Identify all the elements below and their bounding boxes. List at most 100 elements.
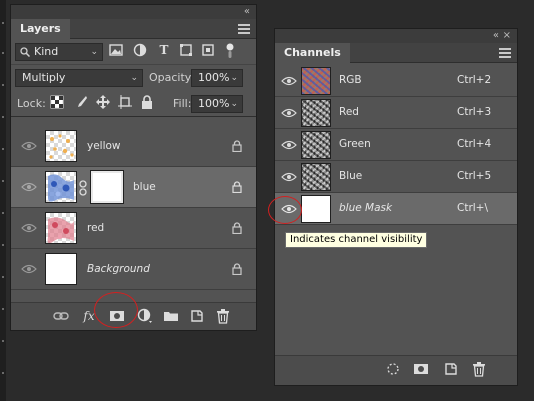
chevron-down-icon: ⌄: [230, 73, 238, 83]
channels-panel: « × Channels RGB Ctrl+2 Red Ctrl+3 Green…: [274, 28, 518, 386]
channel-thumbnail: [301, 163, 331, 191]
annotation-circle-eye: [268, 196, 302, 224]
save-selection-icon[interactable]: [413, 361, 429, 377]
channel-row-blue-mask[interactable]: blue Mask Ctrl+\: [275, 193, 517, 225]
filter-kind-value: Kind: [34, 45, 59, 58]
channel-shortcut: Ctrl+3: [457, 106, 492, 118]
channel-thumbnail: [301, 195, 331, 223]
layer-thumbnail: [45, 253, 77, 285]
delete-layer-icon[interactable]: [215, 308, 231, 324]
channel-shortcut: Ctrl+5: [457, 170, 492, 182]
layer-row-blue[interactable]: blue: [11, 167, 256, 208]
lock-row: Lock: Fill: 100% ⌄: [11, 91, 256, 117]
channel-row-blue[interactable]: Blue Ctrl+5: [275, 161, 517, 193]
layer-row-background[interactable]: Background: [11, 249, 256, 290]
close-panel-button[interactable]: ×: [503, 29, 511, 43]
image-filter-icon[interactable]: [109, 43, 123, 57]
lock-all-icon[interactable]: [139, 95, 155, 111]
lock-icon: [232, 263, 242, 275]
group-folder-icon[interactable]: [163, 308, 179, 324]
eye-icon[interactable]: [281, 108, 297, 118]
channels-footer: [275, 355, 517, 385]
channel-thumbnail: [301, 131, 331, 159]
layer-row-yellow[interactable]: yellow: [11, 126, 256, 167]
channel-name: Blue: [339, 170, 363, 182]
eye-icon[interactable]: [21, 223, 37, 233]
eye-icon[interactable]: [281, 140, 297, 150]
adjustment-filter-icon[interactable]: [133, 43, 147, 57]
mask-link-icon[interactable]: [79, 180, 87, 196]
blend-mode-select[interactable]: Multiply ⌄: [15, 69, 143, 87]
panel-drag-bar[interactable]: « ×: [275, 29, 517, 43]
adjustment-layer-icon[interactable]: [137, 308, 153, 324]
panel-drag-bar[interactable]: «: [11, 5, 256, 19]
opacity-field[interactable]: 100% ⌄: [191, 69, 243, 87]
eye-icon[interactable]: [21, 264, 37, 274]
lock-transparent-pixels-icon[interactable]: [49, 95, 65, 111]
tooltip: Indicates channel visibility: [285, 232, 428, 248]
layer-name: red: [87, 222, 105, 234]
opacity-label: Opacity:: [149, 71, 195, 84]
new-channel-icon[interactable]: [443, 361, 459, 377]
fill-label: Fill:: [173, 97, 192, 110]
chevron-down-icon: ⌄: [130, 73, 138, 83]
shape-filter-icon[interactable]: [179, 43, 193, 57]
channel-shortcut: Ctrl+\: [457, 202, 489, 214]
channel-row-red[interactable]: Red Ctrl+3: [275, 97, 517, 129]
layer-name: Background: [87, 263, 150, 275]
delete-channel-icon[interactable]: [471, 361, 487, 377]
channel-thumbnail: [301, 67, 331, 95]
lock-icon: [232, 140, 242, 152]
layer-name: blue: [133, 181, 156, 193]
lock-image-pixels-icon[interactable]: [73, 95, 89, 111]
lock-label: Lock:: [17, 97, 46, 110]
smart-object-filter-icon[interactable]: [201, 43, 215, 57]
eye-icon[interactable]: [21, 141, 37, 151]
filter-toggle-icon[interactable]: [223, 43, 237, 58]
channel-name: Green: [339, 138, 371, 150]
eye-icon[interactable]: [281, 76, 297, 86]
panel-menu-icon[interactable]: [238, 24, 250, 34]
layer-thumbnail: [45, 130, 77, 162]
blend-mode-value: Multiply: [22, 71, 66, 84]
channel-row-rgb[interactable]: RGB Ctrl+2: [275, 65, 517, 97]
lock-artboard-icon[interactable]: [117, 95, 133, 111]
chevron-down-icon: ⌄: [90, 47, 98, 57]
lock-icon: [232, 222, 242, 234]
fill-field[interactable]: 100% ⌄: [191, 95, 243, 113]
load-selection-icon[interactable]: [385, 361, 401, 377]
fill-value: 100%: [198, 97, 230, 110]
lock-icon: [232, 181, 242, 193]
channel-row-green[interactable]: Green Ctrl+4: [275, 129, 517, 161]
blend-row: Multiply ⌄ Opacity: 100% ⌄: [11, 65, 256, 91]
eye-icon[interactable]: [21, 182, 37, 192]
panel-menu-icon[interactable]: [499, 48, 511, 58]
tab-channels[interactable]: Channels: [275, 43, 350, 63]
annotation-circle-mask-button: [94, 292, 138, 328]
collapse-panel-button[interactable]: «: [244, 5, 250, 19]
layer-row-red[interactable]: red: [11, 208, 256, 249]
opacity-value: 100%: [198, 71, 230, 84]
layer-thumbnail: [45, 212, 77, 244]
layer-mask-thumbnail[interactable]: [90, 170, 124, 204]
layers-panel: « Layers Kind ⌄ T Multiply ⌄ Opacity: 10…: [10, 4, 257, 331]
eye-icon[interactable]: [281, 172, 297, 182]
tab-layers[interactable]: Layers: [11, 19, 70, 39]
filter-kind-select[interactable]: Kind ⌄: [15, 43, 103, 61]
layers-tabbar: Layers: [11, 19, 256, 39]
link-layers-icon[interactable]: [53, 308, 69, 324]
type-filter-icon[interactable]: T: [157, 43, 171, 57]
channel-name: Red: [339, 106, 359, 118]
channel-shortcut: Ctrl+4: [457, 138, 492, 150]
new-layer-icon[interactable]: [189, 308, 205, 324]
layer-filter-row: Kind ⌄ T: [11, 39, 256, 65]
layer-thumbnail: [45, 171, 77, 203]
channel-thumbnail: [301, 99, 331, 127]
lock-position-icon[interactable]: [95, 95, 111, 111]
layer-name: yellow: [87, 140, 121, 152]
search-icon: [20, 47, 30, 57]
chevron-down-icon: ⌄: [230, 99, 238, 109]
channels-tabbar: Channels: [275, 43, 517, 63]
collapse-panel-button[interactable]: «: [493, 29, 499, 43]
channel-shortcut: Ctrl+2: [457, 74, 492, 86]
